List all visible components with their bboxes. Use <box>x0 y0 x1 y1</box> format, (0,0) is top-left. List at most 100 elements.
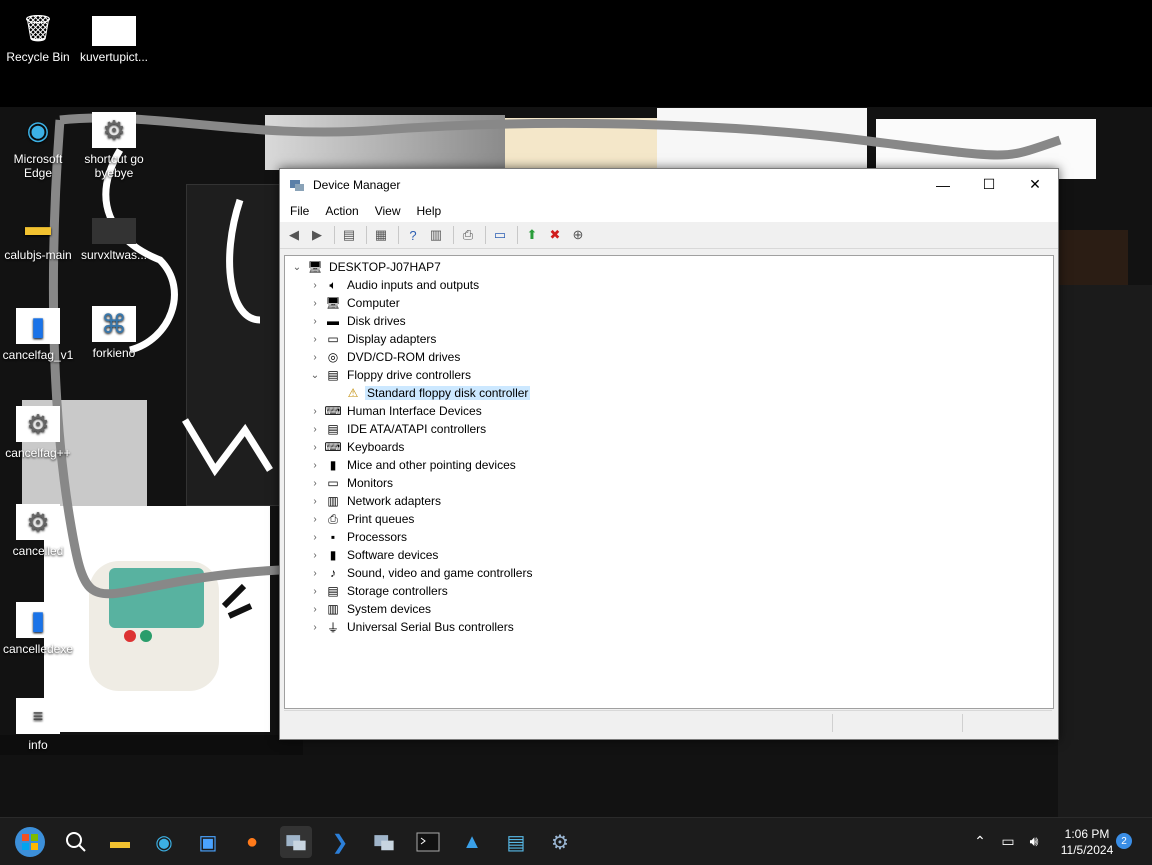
desktop-icon-shortcut-go-byebye[interactable]: ⚙ shortcut go byebye <box>76 112 152 180</box>
tree-root[interactable]: ⌄ 🖥 DESKTOP-J07HAP7 <box>289 258 443 276</box>
chevron-right-icon[interactable]: › <box>307 348 323 366</box>
tree-category[interactable]: › 🔈︎ Audio inputs and outputs <box>307 276 481 294</box>
desktop-icon-edge[interactable]: ◉ Microsoft Edge <box>0 112 76 181</box>
back-arrow-icon[interactable]: ◀ <box>284 225 304 245</box>
device-manager-icon[interactable] <box>368 826 400 858</box>
desktop-icon-cancelledexe[interactable]: ▮ cancelledexe <box>0 602 76 656</box>
desktop-icon-survxltwas[interactable]: survxltwas... <box>76 218 152 262</box>
close-button[interactable]: ✕ <box>1012 169 1058 200</box>
uninstall-device-icon[interactable]: ✖ <box>545 225 565 245</box>
add-driver-icon[interactable]: ⬆ <box>522 225 542 245</box>
start-icon[interactable] <box>14 826 46 858</box>
tree-category[interactable]: › ▥ Network adapters <box>307 492 443 510</box>
desktop-icon-cancelfag-v1[interactable]: ▮ cancelfag_v1 <box>0 308 76 362</box>
device-manager-taskbar-icon[interactable] <box>280 826 312 858</box>
tree-category-label: Human Interface Devices <box>347 404 482 418</box>
action-pane-icon[interactable]: ▥ <box>426 225 446 245</box>
wallpaper-browser-window <box>186 184 283 506</box>
chevron-right-icon[interactable]: › <box>307 438 323 456</box>
properties-icon[interactable]: ▦ <box>371 225 391 245</box>
file-explorer-icon[interactable]: ▬ <box>104 826 136 858</box>
terminal-icon[interactable] <box>412 826 444 858</box>
chevron-right-icon[interactable]: › <box>307 420 323 438</box>
wallpaper-image-face <box>1058 230 1128 285</box>
chevron-right-icon[interactable]: › <box>307 582 323 600</box>
menu-action[interactable]: Action <box>317 204 366 218</box>
chevron-right-icon[interactable]: › <box>307 492 323 510</box>
update-driver-icon[interactable]: ⎙ <box>458 225 478 245</box>
tree-category[interactable]: › ▬ Disk drives <box>307 312 408 330</box>
device-tree[interactable]: ⌄ 🖥 DESKTOP-J07HAP7 › 🔈︎ Audio inputs and … <box>284 255 1054 709</box>
taskbar: ▬ ◉ ▣ ● ❯ ▲ ▤ ⚙ ⌃ ▭ 🔊︎ 1:06 PM 11/5/2024… <box>0 817 1152 865</box>
chevron-right-icon[interactable]: › <box>307 510 323 528</box>
tree-category[interactable]: › ▪ Processors <box>307 528 409 546</box>
tree-category[interactable]: › ▭ Display adapters <box>307 330 438 348</box>
maximize-button[interactable]: ☐ <box>966 169 1012 200</box>
forward-arrow-icon[interactable]: ▶ <box>307 225 327 245</box>
chevron-right-icon[interactable]: › <box>307 528 323 546</box>
tree-category[interactable]: ⌄ ▤ Floppy drive controllers <box>307 366 473 384</box>
chevron-down-icon[interactable]: ⌄ <box>307 366 323 384</box>
tree-category[interactable]: › ▭ Monitors <box>307 474 395 492</box>
tree-category[interactable]: › ▤ Storage controllers <box>307 582 450 600</box>
settings-icon[interactable]: ⚙ <box>544 826 576 858</box>
tree-category[interactable]: › ⌨ Keyboards <box>307 438 406 456</box>
chevron-right-icon[interactable]: › <box>307 402 323 420</box>
desktop-icon-recycle-bin[interactable]: 🗑 Recycle Bin <box>0 10 76 65</box>
menu-help[interactable]: Help <box>409 204 450 218</box>
tree-category[interactable]: › ▤ IDE ATA/ATAPI controllers <box>307 420 488 438</box>
desktop-icon-cancelled[interactable]: ⚙ cancelled <box>0 504 76 558</box>
chevron-right-icon[interactable]: › <box>307 564 323 582</box>
menu-file[interactable]: File <box>282 204 317 218</box>
chevron-right-icon[interactable]: › <box>307 456 323 474</box>
desktop-icon-forkieno[interactable]: ⌘ forkieno <box>76 306 152 360</box>
chevron-right-icon[interactable]: › <box>307 276 323 294</box>
desktop-icon-calubjs-main[interactable]: ▬ calubjs-main <box>0 208 76 263</box>
tree-category-label: DVD/CD-ROM drives <box>347 350 461 364</box>
chevron-right-icon[interactable]: › <box>307 330 323 348</box>
chevron-right-icon[interactable]: › <box>307 312 323 330</box>
tree-category[interactable]: › ▥ System devices <box>307 600 433 618</box>
tree-category[interactable]: › ▮ Software devices <box>307 546 440 564</box>
desktop-icon-kuvertupict[interactable]: kuvertupict... <box>76 16 152 64</box>
clock[interactable]: 1:06 PM 11/5/2024 <box>1048 826 1126 858</box>
edge-icon[interactable]: ◉ <box>148 826 180 858</box>
tree-category[interactable]: › ⎙ Print queues <box>307 510 416 528</box>
minimize-button[interactable]: — <box>920 169 966 200</box>
show-hide-console-tree-icon[interactable]: ▤ <box>339 225 359 245</box>
desktop-icon-info[interactable]: ≡ info <box>0 698 76 752</box>
chevron-right-icon[interactable]: › <box>307 294 323 312</box>
tree-category[interactable]: › ⌨ Human Interface Devices <box>307 402 484 420</box>
tree-category[interactable]: › ♪ Sound, video and game controllers <box>307 564 534 582</box>
volume-icon[interactable]: 🔊︎ <box>1022 818 1046 865</box>
document-icon: ▮ <box>16 602 60 638</box>
chevron-down-icon[interactable]: ⌄ <box>289 258 305 276</box>
chevron-right-icon[interactable]: › <box>307 600 323 618</box>
firefox-icon[interactable]: ● <box>236 826 268 858</box>
search-icon[interactable] <box>60 826 92 858</box>
chevron-up-icon[interactable]: ⌃ <box>968 818 992 865</box>
tree-category[interactable]: › ◎ DVD/CD-ROM drives <box>307 348 462 366</box>
store-icon[interactable]: ▣ <box>192 826 224 858</box>
tree-category[interactable]: › ⏚ Universal Serial Bus controllers <box>307 618 516 636</box>
status-bar <box>284 710 1052 735</box>
photos-icon[interactable]: ▲ <box>456 826 488 858</box>
tree-category[interactable]: › 🖥 Computer <box>307 294 402 312</box>
chevron-right-icon[interactable]: › <box>307 546 323 564</box>
disable-device-icon[interactable]: ⊕ <box>568 225 588 245</box>
notification-badge[interactable]: 2 <box>1116 833 1132 849</box>
scan-hardware-icon[interactable]: ▭ <box>490 225 510 245</box>
notepad-icon[interactable]: ▤ <box>500 826 532 858</box>
device-manager-window[interactable]: Device Manager — ☐ ✕ File Action View He… <box>279 168 1059 740</box>
chevron-right-icon[interactable]: › <box>307 474 323 492</box>
help-icon[interactable]: ? <box>403 225 423 245</box>
desktop-icon-cancelfag-plusplus[interactable]: ⚙ cancelfag++ <box>0 406 76 460</box>
powershell-icon[interactable]: ❯ <box>324 826 356 858</box>
tree-device[interactable]: ⚠ Standard floppy disk controller <box>343 384 531 402</box>
menu-view[interactable]: View <box>367 204 409 218</box>
tree-category[interactable]: › ▮ Mice and other pointing devices <box>307 456 518 474</box>
title-bar[interactable]: Device Manager — ☐ ✕ <box>280 169 1058 200</box>
keyboard-icon: ⌨ <box>324 440 342 454</box>
network-icon[interactable]: ▭ <box>996 818 1020 865</box>
chevron-right-icon[interactable]: › <box>307 618 323 636</box>
